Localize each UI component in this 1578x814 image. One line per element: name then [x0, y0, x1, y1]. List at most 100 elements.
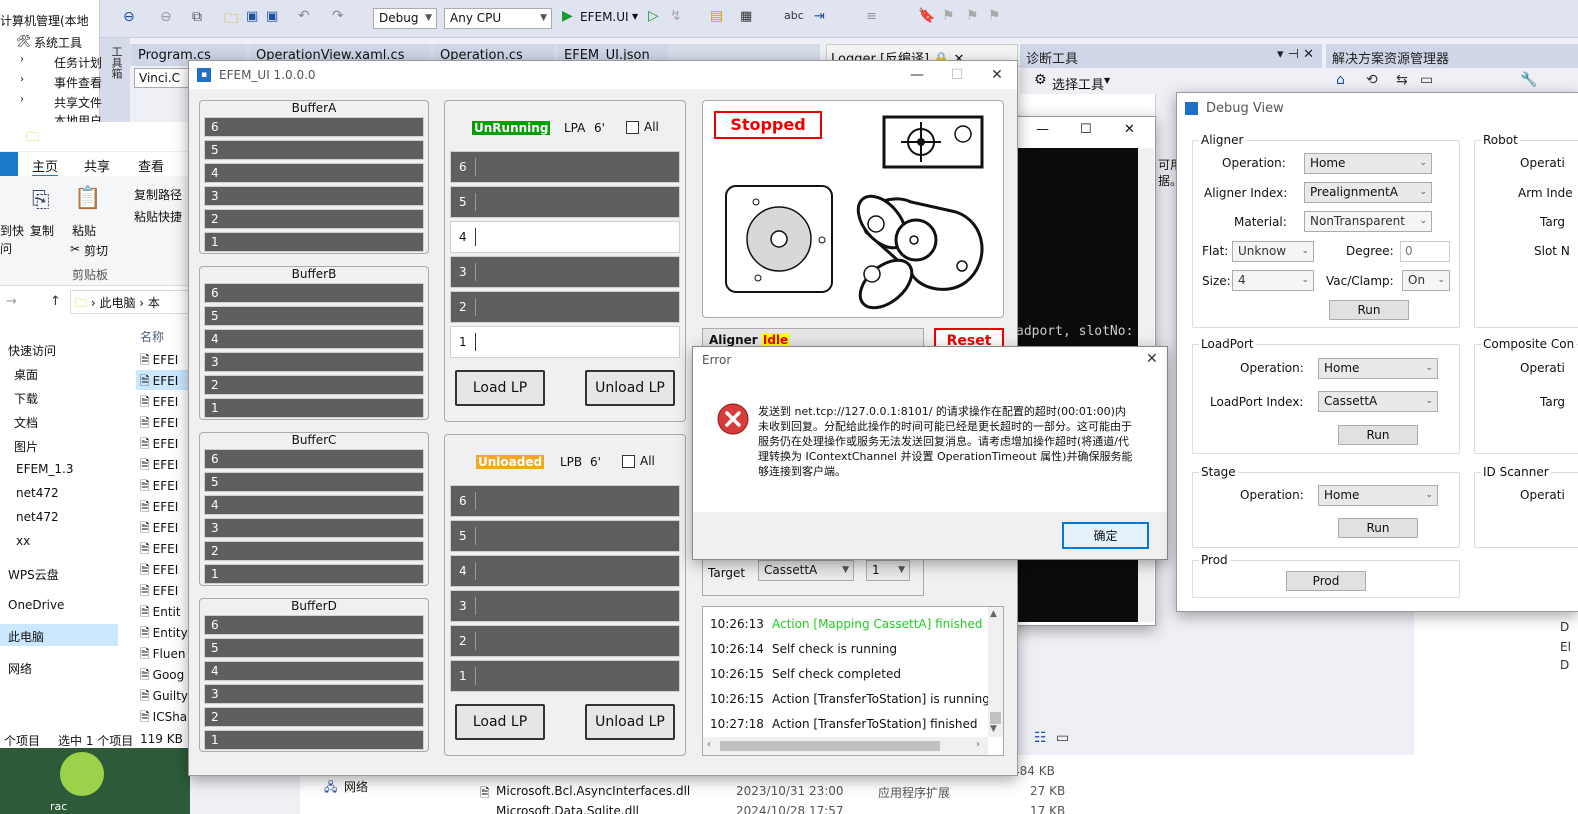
buffer-slot[interactable]: 3	[204, 186, 424, 206]
nav-item-wps[interactable]: WPS云盘	[8, 566, 59, 583]
nav-item-thispc[interactable]: 此电脑	[8, 628, 44, 645]
buffer-slot[interactable]: 2	[204, 375, 424, 395]
ribbon-tab-home[interactable]: 主页	[32, 156, 59, 177]
log-hscroll-thumb[interactable]	[720, 741, 940, 751]
mmc-item[interactable]: 任务计划	[54, 54, 102, 71]
breadcrumb[interactable]: 本	[148, 296, 160, 310]
start-project-label[interactable]: EFEM.UI	[580, 10, 629, 24]
address-bar[interactable]: 🗀 › 此电脑 › 本	[70, 290, 190, 314]
size-select[interactable]: 4 ⌄	[1232, 270, 1314, 291]
lpb-all-checkbox[interactable]: All	[622, 454, 655, 468]
log-vscroll-thumb[interactable]	[990, 712, 1001, 724]
toolbox-icon[interactable]: ▤	[710, 8, 723, 24]
bookmark-clear-icon[interactable]: ⚑	[988, 8, 1001, 24]
buffer-slot[interactable]: 1	[204, 564, 424, 584]
file-row[interactable]: 🗎 EFEI	[140, 498, 188, 519]
cut-button[interactable]: 剪切	[84, 242, 108, 259]
layout-icon[interactable]: ▦	[740, 9, 752, 24]
file-row[interactable]: 🗎 EFEI	[140, 456, 188, 477]
spell-icon[interactable]: abc	[784, 9, 804, 22]
ribbon-tab-view[interactable]: 查看	[138, 156, 164, 175]
console-close-icon[interactable]: ✕	[1124, 122, 1135, 137]
flat-select[interactable]: Unknow ⌄	[1232, 241, 1314, 262]
maximize-icon[interactable]: ☐	[937, 61, 977, 89]
target-station-select[interactable]: CassettA ▼	[758, 560, 854, 581]
file-row[interactable]: 🗎 EFEI	[140, 414, 188, 435]
lpb-slot[interactable]: 3	[450, 590, 680, 622]
properties-icon[interactable]: 🔧	[1520, 72, 1537, 88]
aligner-operation-select[interactable]: Home ⌄	[1304, 153, 1432, 174]
loadport-run-button[interactable]: Run	[1338, 425, 1418, 445]
diag-close-icon[interactable]: ▾ ⊣ ✕	[1277, 47, 1314, 62]
nav-item-efem13[interactable]: EFEM_1.3	[16, 462, 74, 476]
nav-item-net472[interactable]: net472	[16, 486, 59, 500]
buffer-slot[interactable]: 4	[204, 163, 424, 183]
paste-icon[interactable]: 📋	[74, 186, 101, 211]
undo-icon[interactable]: ↶	[298, 8, 310, 24]
file-row[interactable]: 🗎 Fluen	[140, 645, 188, 666]
save-icon[interactable]: ▣	[246, 9, 258, 24]
paste-button[interactable]: 粘贴	[72, 222, 96, 239]
buffer-slot[interactable]: 3	[204, 518, 424, 538]
lpa-unload-button[interactable]: Unload LP	[585, 370, 675, 406]
up-arrow-icon[interactable]: ↑	[50, 294, 61, 309]
error-close-icon[interactable]: ✕	[1146, 351, 1158, 367]
stage-run-button[interactable]: Run	[1338, 518, 1418, 538]
lpb-slot[interactable]: 6	[450, 485, 680, 517]
copy-icon[interactable]: ⎘	[32, 188, 50, 213]
lpa-slot[interactable]: 6	[450, 151, 680, 183]
buffer-slot[interactable]: 4	[204, 661, 424, 681]
file-row[interactable]: 🗎 EFEI	[140, 393, 188, 414]
error-ok-button[interactable]: 确定	[1062, 522, 1149, 549]
lpb-slot[interactable]: 5	[450, 520, 680, 552]
degree-input[interactable]: 0	[1400, 241, 1450, 262]
copy-button[interactable]: 复制	[30, 222, 54, 239]
file-row[interactable]: 🗎 ICSha	[140, 708, 188, 729]
file-tab[interactable]	[0, 152, 18, 176]
lpa-slot[interactable]: 4	[450, 221, 680, 253]
file-row[interactable]: 🗎 EFEI	[140, 519, 188, 540]
platform-select[interactable]: Any CPU ▼	[444, 8, 552, 29]
tiles-view-icon[interactable]: ▭	[1056, 730, 1069, 746]
nav-item-downloads[interactable]: 下载	[14, 390, 38, 407]
pin-label[interactable]: 到快	[0, 222, 24, 239]
nav-item-network[interactable]: 网络	[8, 660, 32, 677]
file-row[interactable]: 🗎 Goog	[140, 666, 188, 687]
home-icon[interactable]: ⌂	[1336, 72, 1345, 88]
nav-item-desktop[interactable]: 桌面	[14, 366, 38, 383]
new-project-icon[interactable]: ⧉	[192, 9, 202, 25]
breadcrumb[interactable]: 此电脑	[99, 296, 135, 310]
app-icon[interactable]	[60, 752, 104, 796]
step-icon[interactable]: ⇥	[814, 9, 825, 24]
bookmark-icon[interactable]: 🔖	[918, 8, 935, 24]
scroll-right-icon[interactable]: ›	[976, 739, 980, 750]
material-select[interactable]: NonTransparent ⌄	[1304, 211, 1432, 232]
buffer-slot[interactable]: 6	[204, 615, 424, 635]
bookmark-next-icon[interactable]: ⚑	[966, 8, 979, 24]
console-maximize-icon[interactable]: ☐	[1080, 122, 1092, 137]
buffer-slot[interactable]: 2	[204, 541, 424, 561]
buffer-slot[interactable]: 5	[204, 472, 424, 492]
target-slot-select[interactable]: 1 ▼	[866, 560, 910, 581]
buffer-slot[interactable]: 4	[204, 495, 424, 515]
nav-item-documents[interactable]: 文档	[14, 414, 38, 431]
scissors-icon[interactable]: ✂	[70, 242, 80, 256]
nav-item-quick[interactable]: 快速访问	[8, 342, 56, 359]
loadport-index-select[interactable]: CassettA ⌄	[1318, 391, 1438, 412]
bottom-file-2[interactable]: Microsoft.Data.Sqlite.dll	[496, 804, 639, 814]
back-arrow-icon[interactable]: →	[6, 294, 17, 309]
stage-operation-select[interactable]: Home ⌄	[1318, 485, 1438, 506]
prod-button[interactable]: Prod	[1286, 571, 1366, 591]
scroll-up-icon[interactable]: ▲	[990, 609, 997, 619]
column-name-header[interactable]: 名称	[140, 328, 164, 345]
bottom-nav-network[interactable]: 网络	[344, 778, 368, 795]
history-icon[interactable]: ⟲	[1366, 72, 1378, 88]
file-row[interactable]: 🗎 EFEI	[140, 372, 188, 393]
lpa-slot[interactable]: 2	[450, 291, 680, 323]
buffer-slot[interactable]: 6	[204, 117, 424, 137]
file-row[interactable]: 🗎 EFEI	[140, 477, 188, 498]
comment-icon[interactable]: ≡	[866, 9, 877, 24]
console-minimize-icon[interactable]: —	[1036, 122, 1049, 137]
buffer-slot[interactable]: 6	[204, 449, 424, 469]
lpb-slot[interactable]: 4	[450, 555, 680, 587]
